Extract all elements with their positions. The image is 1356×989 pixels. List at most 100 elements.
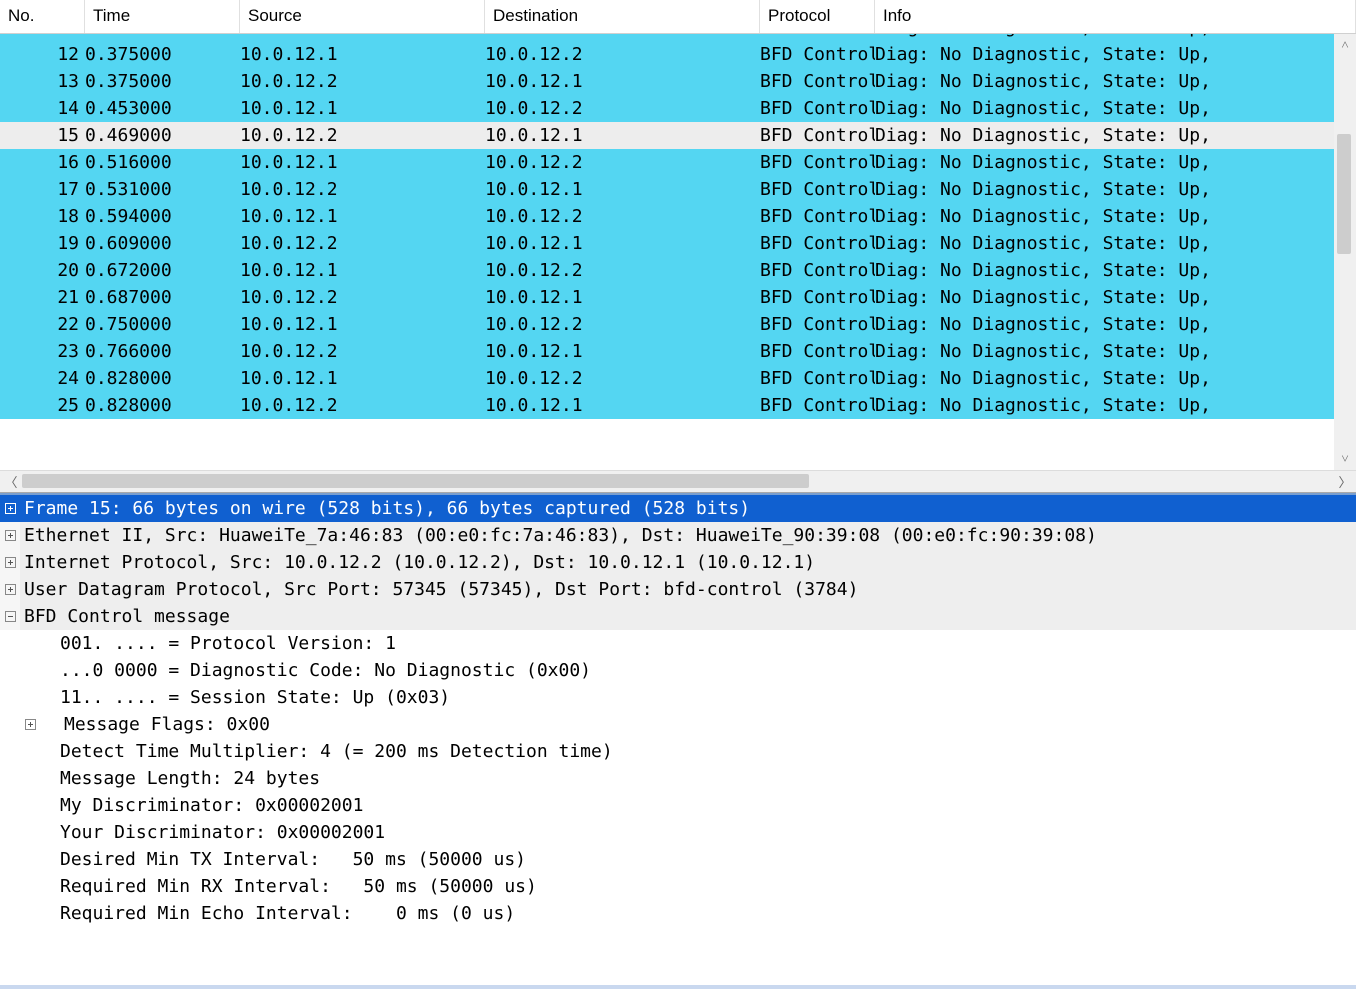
col-header-source[interactable]: Source xyxy=(240,0,485,33)
cell-source: 10.0.12.1 xyxy=(240,311,485,338)
tree-bfd-my-disc[interactable]: My Discriminator: 0x00002001 xyxy=(0,792,1356,819)
cell-time: 0.469000 xyxy=(85,122,240,149)
hscroll-track[interactable] xyxy=(22,471,1334,493)
packet-row[interactable]: 230.76600010.0.12.210.0.12.1BFD Control … xyxy=(0,338,1356,365)
cell-time: 0.531000 xyxy=(85,176,240,203)
tree-bfd-state[interactable]: 11.. .... = Session State: Up (0x03) xyxy=(0,684,1356,711)
col-header-protocol[interactable]: Protocol xyxy=(760,0,875,33)
expand-icon[interactable] xyxy=(0,495,20,522)
packet-row[interactable]: 140.45300010.0.12.110.0.12.2BFD Control … xyxy=(0,95,1356,122)
tree-bfd-flags-label: Message Flags: 0x00 xyxy=(40,711,270,738)
cell-info: Diag: No Diagnostic, State: Up, xyxy=(875,257,1356,284)
cell-info: Diag: No Diagnostic, State: Up, xyxy=(875,34,1356,41)
tree-bfd-tx-interval[interactable]: Desired Min TX Interval: 50 ms (50000 us… xyxy=(0,846,1356,873)
tree-udp-label: User Datagram Protocol, Src Port: 57345 … xyxy=(20,576,858,603)
cell-no: 20 xyxy=(0,257,85,284)
cell-protocol: BFD Control xyxy=(760,311,875,338)
packet-row[interactable]: 210.68700010.0.12.210.0.12.1BFD Control … xyxy=(0,284,1356,311)
tree-bfd-detect-mult[interactable]: Detect Time Multiplier: 4 (= 200 ms Dete… xyxy=(0,738,1356,765)
cell-info: Diag: No Diagnostic, State: Up, xyxy=(875,392,1356,419)
packet-detail-pane[interactable]: Frame 15: 66 bytes on wire (528 bits), 6… xyxy=(0,493,1356,983)
packet-list-hscrollbar[interactable]: 〈 〉 xyxy=(0,470,1356,492)
packet-row[interactable]: 240.82800010.0.12.110.0.12.2BFD Control … xyxy=(0,365,1356,392)
tree-bfd-flags[interactable]: Message Flags: 0x00 xyxy=(0,711,1356,738)
cell-no: 23 xyxy=(0,338,85,365)
expand-icon[interactable] xyxy=(0,576,20,603)
cell-source: 10.0.12.1 xyxy=(240,203,485,230)
packet-list-pane: No. Time Source Destination Protocol Inf… xyxy=(0,0,1356,493)
collapse-icon[interactable] xyxy=(0,603,20,630)
packet-row[interactable]: 170.53100010.0.12.210.0.12.1BFD Control … xyxy=(0,176,1356,203)
tree-bfd-length[interactable]: Message Length: 24 bytes xyxy=(0,765,1356,792)
cell-protocol: BFD Control xyxy=(760,203,875,230)
scroll-right-icon[interactable]: 〉 xyxy=(1334,471,1356,493)
cell-time: 0.672000 xyxy=(85,257,240,284)
tree-bfd-echo-interval[interactable]: Required Min Echo Interval: 0 ms (0 us) xyxy=(0,900,1356,927)
scroll-left-icon[interactable]: 〈 xyxy=(0,471,22,493)
packet-row[interactable]: 190.60900010.0.12.210.0.12.1BFD Control … xyxy=(0,230,1356,257)
packet-list-body[interactable]: 110.31200010.0.12.210.0.12.1BFD Control … xyxy=(0,34,1356,459)
tree-ethernet[interactable]: Ethernet II, Src: HuaweiTe_7a:46:83 (00:… xyxy=(0,522,1356,549)
packet-row[interactable]: 150.46900010.0.12.210.0.12.1BFD Control … xyxy=(0,122,1356,149)
cell-info: Diag: No Diagnostic, State: Up, xyxy=(875,203,1356,230)
status-bar-edge xyxy=(0,985,1356,989)
expand-icon[interactable] xyxy=(0,549,20,576)
tree-bfd[interactable]: BFD Control message xyxy=(0,603,1356,630)
cell-time: 0.766000 xyxy=(85,338,240,365)
packet-row[interactable]: 130.37500010.0.12.210.0.12.1BFD Control … xyxy=(0,68,1356,95)
cell-protocol: BFD Control xyxy=(760,149,875,176)
cell-source: 10.0.12.2 xyxy=(240,284,485,311)
cell-no: 15 xyxy=(0,122,85,149)
col-header-destination[interactable]: Destination xyxy=(485,0,760,33)
cell-source: 10.0.12.1 xyxy=(240,365,485,392)
cell-destination: 10.0.12.1 xyxy=(485,34,760,41)
tree-udp[interactable]: User Datagram Protocol, Src Port: 57345 … xyxy=(0,576,1356,603)
packet-row[interactable]: 120.37500010.0.12.110.0.12.2BFD Control … xyxy=(0,41,1356,68)
cell-no: 18 xyxy=(0,203,85,230)
packet-row[interactable]: 200.67200010.0.12.110.0.12.2BFD Control … xyxy=(0,257,1356,284)
tree-bfd-version-label: 001. .... = Protocol Version: 1 xyxy=(20,630,396,657)
scroll-down-icon[interactable]: ˅ xyxy=(1334,448,1356,470)
tree-bfd-rx-interval[interactable]: Required Min RX Interval: 50 ms (50000 u… xyxy=(0,873,1356,900)
cell-protocol: BFD Control xyxy=(760,95,875,122)
packet-row[interactable]: 250.82800010.0.12.210.0.12.1BFD Control … xyxy=(0,392,1356,419)
cell-time: 0.375000 xyxy=(85,41,240,68)
cell-destination: 10.0.12.2 xyxy=(485,41,760,68)
cell-source: 10.0.12.1 xyxy=(240,95,485,122)
tree-ip[interactable]: Internet Protocol, Src: 10.0.12.2 (10.0.… xyxy=(0,549,1356,576)
packet-row[interactable]: 220.75000010.0.12.110.0.12.2BFD Control … xyxy=(0,311,1356,338)
vscroll-thumb[interactable] xyxy=(1337,134,1351,254)
cell-source: 10.0.12.1 xyxy=(240,257,485,284)
cell-protocol: BFD Control xyxy=(760,122,875,149)
tree-bfd-rx-interval-label: Required Min RX Interval: 50 ms (50000 u… xyxy=(20,873,537,900)
hscroll-thumb[interactable] xyxy=(22,474,809,488)
packet-row[interactable]: 160.51600010.0.12.110.0.12.2BFD Control … xyxy=(0,149,1356,176)
cell-protocol: BFD Control xyxy=(760,41,875,68)
col-header-time[interactable]: Time xyxy=(85,0,240,33)
cell-destination: 10.0.12.1 xyxy=(485,122,760,149)
cell-source: 10.0.12.1 xyxy=(240,149,485,176)
cell-time: 0.375000 xyxy=(85,68,240,95)
cell-time: 0.609000 xyxy=(85,230,240,257)
cell-source: 10.0.12.2 xyxy=(240,34,485,41)
expand-icon[interactable] xyxy=(0,522,20,549)
cell-time: 0.828000 xyxy=(85,392,240,419)
packet-list-vscrollbar[interactable]: ˄ ˅ xyxy=(1334,34,1356,470)
expand-icon[interactable] xyxy=(20,711,40,738)
packet-row[interactable]: 180.59400010.0.12.110.0.12.2BFD Control … xyxy=(0,203,1356,230)
cell-protocol: BFD Control xyxy=(760,392,875,419)
tree-bfd-version[interactable]: 001. .... = Protocol Version: 1 xyxy=(0,630,1356,657)
col-header-no[interactable]: No. xyxy=(0,0,85,33)
cell-time: 0.516000 xyxy=(85,149,240,176)
col-header-info[interactable]: Info xyxy=(875,0,1356,33)
packet-row[interactable]: 110.31200010.0.12.210.0.12.1BFD Control … xyxy=(0,34,1356,41)
cell-info: Diag: No Diagnostic, State: Up, xyxy=(875,95,1356,122)
tree-bfd-diagnostic[interactable]: ...0 0000 = Diagnostic Code: No Diagnost… xyxy=(0,657,1356,684)
tree-bfd-your-disc[interactable]: Your Discriminator: 0x00002001 xyxy=(0,819,1356,846)
tree-frame[interactable]: Frame 15: 66 bytes on wire (528 bits), 6… xyxy=(0,495,1356,522)
cell-time: 0.687000 xyxy=(85,284,240,311)
cell-no: 19 xyxy=(0,230,85,257)
scroll-up-icon[interactable]: ˄ xyxy=(1334,34,1356,56)
cell-info: Diag: No Diagnostic, State: Up, xyxy=(875,68,1356,95)
cell-no: 12 xyxy=(0,41,85,68)
